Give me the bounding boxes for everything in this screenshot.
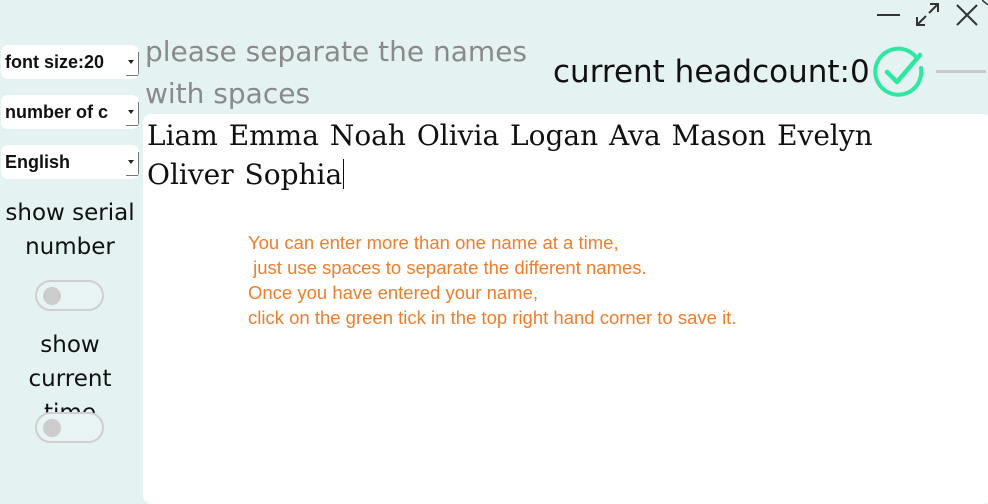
names-textarea[interactable]: Liam Emma Noah Olivia Logan Ava Mason Ev… xyxy=(147,116,917,194)
text-caret xyxy=(343,159,345,189)
close-icon xyxy=(956,4,978,26)
language-value: English xyxy=(5,152,71,172)
headcount-label: current headcount:0 xyxy=(553,54,870,90)
expand-icon xyxy=(916,3,939,26)
corner-decoration xyxy=(982,0,988,5)
instruction-line: You can enter more than one name at a ti… xyxy=(248,232,619,253)
maximize-button[interactable] xyxy=(912,2,942,30)
instruction-line: click on the green tick in the top right… xyxy=(248,307,737,328)
language-select[interactable]: English xyxy=(1,145,139,179)
toggle-knob xyxy=(43,419,61,437)
check-circle-icon[interactable] xyxy=(872,45,928,99)
close-button[interactable] xyxy=(952,2,982,30)
chevron-down-icon xyxy=(126,52,139,76)
font-size-value: font size:20 xyxy=(5,52,105,72)
minimize-icon xyxy=(877,14,900,16)
font-size-select[interactable]: font size:20 xyxy=(1,45,139,79)
number-value: number of c xyxy=(5,102,109,122)
names-editor[interactable]: Liam Emma Noah Olivia Logan Ava Mason Ev… xyxy=(143,114,988,504)
names-content: Liam Emma Noah Olivia Logan Ava Mason Ev… xyxy=(147,119,873,191)
show-serial-toggle[interactable] xyxy=(35,280,104,311)
chevron-down-icon xyxy=(126,102,139,126)
chevron-down-icon xyxy=(126,152,139,176)
instructions-text: You can enter more than one name at a ti… xyxy=(248,230,868,330)
toggle-knob xyxy=(43,287,61,305)
separator-hint: please separate the names with spaces xyxy=(145,35,528,110)
show-serial-label: show serial number xyxy=(5,200,135,260)
show-time-toggle[interactable] xyxy=(35,412,104,443)
instruction-line: just use spaces to separate the differen… xyxy=(248,257,647,278)
instruction-line: Once you have entered your name, xyxy=(248,282,539,303)
collapse-dash-icon[interactable] xyxy=(936,69,986,74)
minimize-button[interactable] xyxy=(873,2,903,30)
number-select[interactable]: number of c xyxy=(1,95,139,129)
